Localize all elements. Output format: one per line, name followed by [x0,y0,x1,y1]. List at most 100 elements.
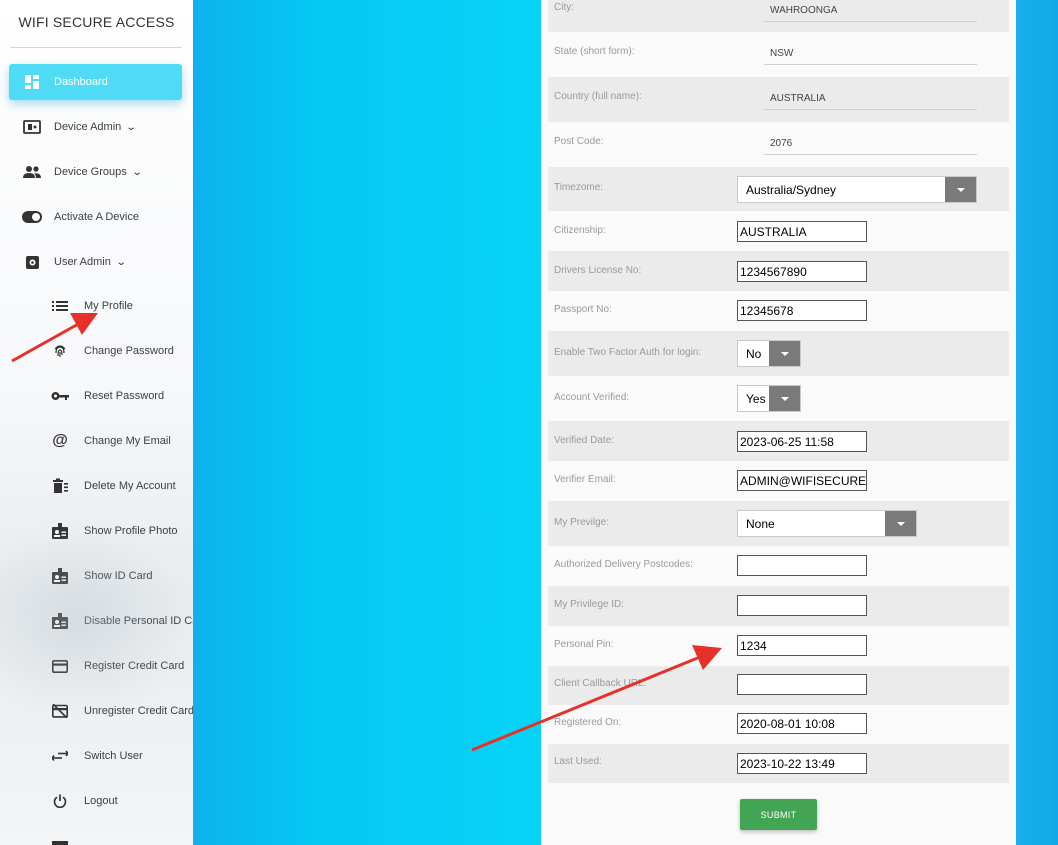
nav-user-admin[interactable]: User Admin ⌄ [9,244,182,280]
two-factor-select[interactable]: No [737,340,801,367]
citizenship-label: Citizenship: [554,225,606,236]
country-field[interactable]: AUSTRALIA [764,88,977,110]
subnav-delete-account[interactable]: Delete My Account [50,471,193,501]
timezone-select[interactable]: Australia/Sydney [737,176,977,203]
privilege-id-input[interactable] [737,595,867,616]
row-two-factor: Enable Two Factor Auth for login: No [548,331,1009,376]
city-label: City: [554,2,574,13]
nav-device-admin-label: Device Admin [54,121,122,133]
delete-icon [50,476,70,496]
registered-on-label: Registered On: [554,717,622,728]
passport-label: Passport No: [554,304,612,315]
row-verified-date: Verified Date: 2023-06-25 11:58 [548,421,1009,461]
profile-form-panel: City: WAHROONGA State (short form): NSW … [541,0,1016,845]
privilege-value: None [746,516,775,531]
state-label: State (short form): [554,46,635,57]
subnav-unregister-credit-card-label: Unregister Credit Card [84,705,193,717]
registered-on-input[interactable]: 2020-08-01 10:08 [737,713,867,734]
row-timezone: Timezome: Australia/Sydney [548,167,1009,211]
badge-icon [50,611,70,631]
nav-dashboard[interactable]: Dashboard [9,64,182,100]
subnav-reset-password[interactable]: Reset Password [50,381,193,411]
country-label: Country (full name): [554,91,642,102]
citizenship-input[interactable]: AUSTRALIA [737,221,867,242]
passport-input[interactable]: 12345678 [737,300,867,321]
nav-device-groups[interactable]: Device Groups ⌄ [9,154,182,190]
nav-activate-device-label: Activate A Device [54,211,139,223]
subnav-reset-password-label: Reset Password [84,390,165,402]
two-factor-label: Enable Two Factor Auth for login: [554,347,702,358]
credit-card-off-icon [50,701,70,721]
row-delivery-postcodes: Authorized Delivery Postcodes: [548,546,1009,586]
row-personal-pin: Personal Pin: 1234 [548,626,1009,666]
subnav-change-password-label: Change Password [84,345,174,357]
delivery-postcodes-label: Authorized Delivery Postcodes: [554,559,693,570]
verified-date-label: Verified Date: [554,435,615,446]
subnav-unregister-credit-card[interactable]: Unregister Credit Card [50,696,193,726]
callback-url-label: Client Callback URL: [554,678,647,689]
nav-activate-device[interactable]: Activate A Device [9,199,182,235]
chevron-down-icon[interactable] [769,341,800,366]
subnav-register-credit-card[interactable]: Register Credit Card [50,651,193,681]
nav-device-admin[interactable]: Device Admin ⌄ [9,109,182,145]
row-country: Country (full name): AUSTRALIA [548,77,1009,122]
timezone-label: Timezome: [554,182,604,193]
subnav-change-password[interactable]: Change Password [50,336,193,366]
badge-icon [50,566,70,586]
subnav-disable-personal-id-card[interactable]: Disable Personal ID Card [50,606,193,636]
brand-title: WIFI SECURE ACCESS [18,14,175,30]
right-background-strip [1014,0,1058,845]
license-input[interactable]: 1234567890 [737,261,867,282]
two-factor-value: No [746,346,762,361]
privilege-select[interactable]: None [737,510,917,537]
nav-user-admin-label: User Admin [54,256,111,268]
personal-pin-input[interactable]: 1234 [737,635,867,656]
subnav-change-email-label: Change My Email [84,435,171,447]
gear-icon [22,252,42,272]
brand-divider [10,47,182,48]
subnav-logout[interactable]: Logout [50,786,193,816]
subnav-register-credit-card-label: Register Credit Card [84,660,185,672]
verified-date-input[interactable]: 2023-06-25 11:58 [737,431,867,452]
dashboard-icon [22,72,42,92]
row-passport: Passport No: 12345678 [548,291,1009,331]
privilege-label: My Previlge: [554,517,610,528]
subnav-switch-user[interactable]: Switch User [50,741,193,771]
row-verifier-email: Verifier Email: ADMIN@WIFISECUREACCESS.C… [548,461,1009,501]
device-admin-icon [22,117,42,137]
state-field[interactable]: NSW [764,43,977,65]
power-icon [50,791,70,811]
account-verified-select[interactable]: Yes [737,385,801,412]
license-label: Drivers License No: [554,265,642,276]
subnav-logout-label: Logout [84,795,118,807]
row-last-used: Last Used: 2023-10-22 13:49 [548,744,1009,783]
callback-url-input[interactable] [737,674,867,695]
row-privilege-id: My Privilege ID: [548,586,1009,626]
row-license: Drivers License No: 1234567890 [548,251,1009,291]
subnav-show-profile-photo[interactable]: Show Profile Photo [50,516,193,546]
submit-button[interactable]: SUBMIT [740,799,817,830]
subnav-my-profile[interactable]: My Profile [50,291,193,321]
chevron-down-icon: ⌄ [115,256,127,268]
chevron-down-icon[interactable] [769,386,800,411]
subnav-change-email[interactable]: @ Change My Email [50,426,193,456]
chevron-down-icon[interactable] [885,511,916,536]
row-callback-url: Client Callback URL: [548,666,1009,705]
subnav-show-id-card[interactable]: Show ID Card [50,561,193,591]
verifier-email-label: Verifier Email: [554,474,616,485]
postcode-field[interactable]: 2076 [764,133,977,155]
verifier-email-input[interactable]: ADMIN@WIFISECUREACCESS.COM [737,470,867,491]
row-privilege: My Previlge: None [548,501,1009,546]
delivery-postcodes-input[interactable] [737,555,867,576]
grid-icon [50,838,70,845]
badge-icon [50,521,70,541]
account-verified-value: Yes [746,391,766,406]
last-used-input[interactable]: 2023-10-22 13:49 [737,753,867,774]
row-registered-on: Registered On: 2020-08-01 10:08 [548,705,1009,744]
last-used-label: Last Used: [554,756,602,767]
personal-pin-label: Personal Pin: [554,639,614,650]
subnav-partial-item[interactable] [50,833,193,845]
row-account-verified: Account Verified: Yes [548,376,1009,421]
city-field[interactable]: WAHROONGA [764,0,977,22]
chevron-down-icon[interactable] [945,177,976,202]
